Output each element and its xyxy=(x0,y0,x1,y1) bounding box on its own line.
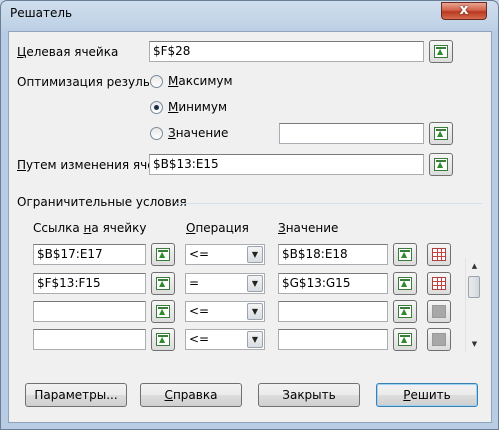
constraints-group-label: Ограничительные условия xyxy=(17,195,187,209)
delete-constraint-button[interactable] xyxy=(427,243,451,266)
constraint-value-pick-button[interactable] xyxy=(393,243,417,266)
col-header-value: Значение xyxy=(278,221,339,235)
changing-cells-label: Путем изменения ячее xyxy=(17,158,149,172)
chevron-down-icon: ▼ xyxy=(247,246,263,263)
radio-maximum-label[interactable]: Максимум xyxy=(168,74,233,88)
shrink-range-icon xyxy=(434,45,448,58)
chevron-down-icon: ▼ xyxy=(247,275,263,292)
options-button[interactable]: Параметры... xyxy=(25,383,127,407)
solver-dialog: Решатель x Целевая ячейка $F$28 Оптимиза… xyxy=(0,0,499,430)
constraint-value-input[interactable] xyxy=(278,301,388,322)
radio-maximum[interactable] xyxy=(150,75,163,88)
target-value-input[interactable] xyxy=(279,123,424,144)
shrink-range-icon xyxy=(156,333,170,346)
dialog-body: Целевая ячейка $F$28 Оптимизация результ… xyxy=(8,31,492,423)
constraint-operation-select[interactable]: <= ▼ xyxy=(185,301,265,322)
scroll-up-icon[interactable]: ▲ xyxy=(466,258,483,274)
constraint-ref-input[interactable] xyxy=(33,329,146,350)
constraints-scrollbar[interactable]: ▲ ▼ xyxy=(465,258,482,352)
target-value-pick-button[interactable] xyxy=(429,122,453,145)
changing-cells-input[interactable]: $B$13:E15 xyxy=(149,154,424,175)
scrollbar-thumb[interactable] xyxy=(468,276,480,298)
constraint-operation-select[interactable]: <= ▼ xyxy=(185,244,265,265)
constraint-value-input[interactable] xyxy=(278,329,388,350)
delete-constraint-icon xyxy=(432,277,446,290)
target-cell-label: Целевая ячейка xyxy=(17,45,119,59)
delete-constraint-icon xyxy=(432,333,446,346)
changing-cells-pick-button[interactable] xyxy=(429,153,453,176)
constraint-value-pick-button[interactable] xyxy=(393,300,417,323)
delete-constraint-icon xyxy=(432,248,446,261)
constraint-ref-pick-button[interactable] xyxy=(151,328,175,351)
radio-value-label[interactable]: Значение xyxy=(168,126,228,140)
target-cell-pick-button[interactable] xyxy=(429,40,453,63)
shrink-range-icon xyxy=(434,127,448,140)
target-cell-input[interactable]: $F$28 xyxy=(149,41,424,62)
radio-minimum[interactable] xyxy=(150,101,163,114)
constraint-ref-input[interactable] xyxy=(33,301,146,322)
constraint-ref-pick-button[interactable] xyxy=(151,243,175,266)
delete-constraint-button xyxy=(427,300,451,323)
delete-constraint-icon xyxy=(432,305,446,318)
constraint-ref-pick-button[interactable] xyxy=(151,272,175,295)
chevron-down-icon: ▼ xyxy=(247,303,263,320)
constraint-ref-input[interactable]: $F$13:F15 xyxy=(33,273,146,294)
radio-value[interactable] xyxy=(150,127,163,140)
constraint-value-pick-button[interactable] xyxy=(393,272,417,295)
constraint-value-pick-button[interactable] xyxy=(393,328,417,351)
shrink-range-icon xyxy=(398,277,412,290)
constraint-value-input[interactable]: $B$18:E18 xyxy=(278,244,388,265)
constraint-ref-input[interactable]: $B$17:E17 xyxy=(33,244,146,265)
close-button[interactable]: Закрыть xyxy=(258,383,360,407)
group-separator xyxy=(176,203,482,204)
shrink-range-icon xyxy=(398,305,412,318)
radio-minimum-label[interactable]: Минимум xyxy=(168,100,227,114)
constraint-ref-pick-button[interactable] xyxy=(151,300,175,323)
title-bar[interactable]: Решатель x xyxy=(1,1,498,27)
constraint-operation-select[interactable]: <= ▼ xyxy=(185,329,265,350)
constraint-operation-select[interactable]: = ▼ xyxy=(185,273,265,294)
shrink-range-icon xyxy=(434,158,448,171)
shrink-range-icon xyxy=(156,248,170,261)
scroll-down-icon[interactable]: ▼ xyxy=(466,336,483,352)
delete-constraint-button xyxy=(427,328,451,351)
close-window-button[interactable]: x xyxy=(441,2,487,20)
shrink-range-icon xyxy=(398,248,412,261)
col-header-cell-ref: Ссылка на ячейку xyxy=(33,221,147,235)
shrink-range-icon xyxy=(398,333,412,346)
delete-constraint-button[interactable] xyxy=(427,272,451,295)
close-icon: x xyxy=(459,2,469,18)
constraint-value-input[interactable]: $G$13:G15 xyxy=(278,273,388,294)
optimization-label: Оптимизация результа xyxy=(17,75,149,89)
window-title: Решатель xyxy=(10,6,73,20)
shrink-range-icon xyxy=(156,305,170,318)
shrink-range-icon xyxy=(156,277,170,290)
col-header-operation: Операция xyxy=(186,221,249,235)
solve-button[interactable]: Решить xyxy=(376,383,478,407)
chevron-down-icon: ▼ xyxy=(247,331,263,348)
help-button[interactable]: Справка xyxy=(140,383,242,407)
